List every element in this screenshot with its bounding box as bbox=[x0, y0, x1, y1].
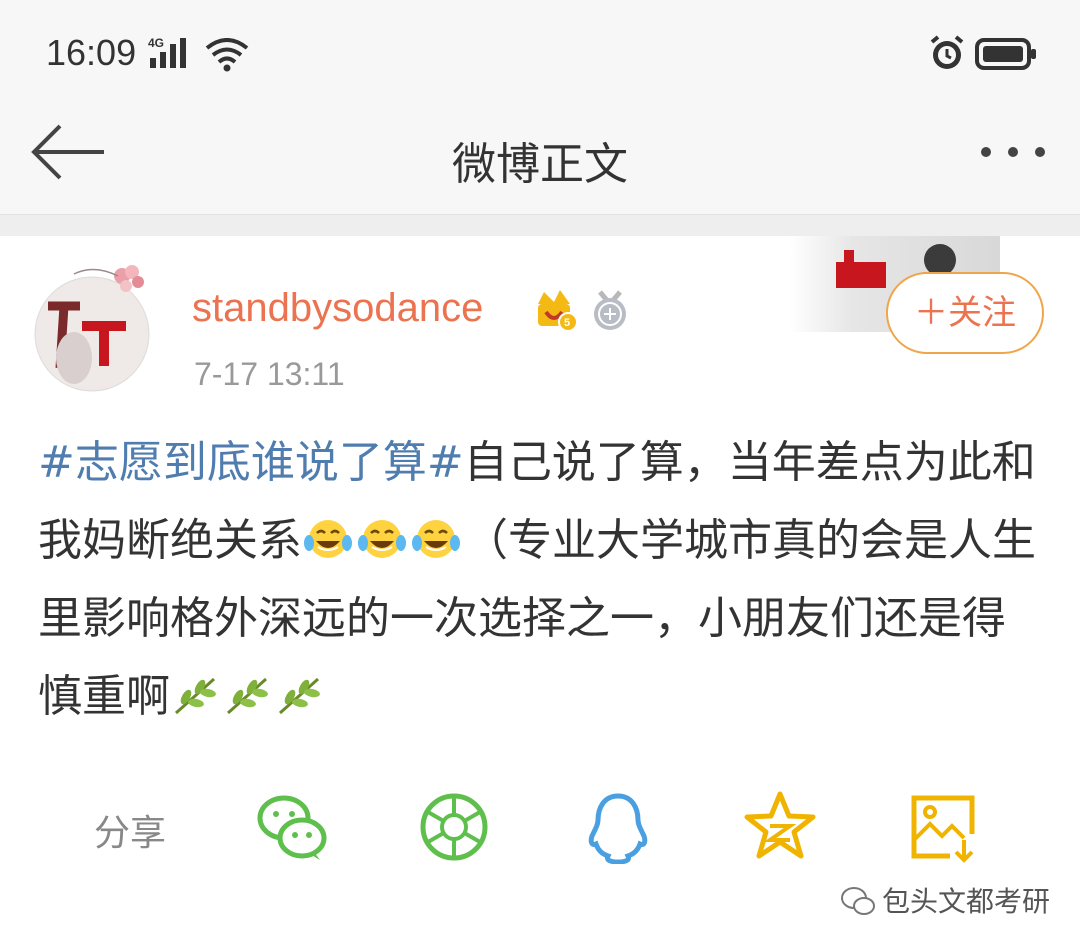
medal-badge-icon bbox=[594, 290, 626, 330]
network-type: 4G bbox=[148, 36, 164, 50]
laugh-cry-emoji bbox=[412, 520, 460, 558]
avatar[interactable] bbox=[34, 262, 154, 392]
status-bar: 16:09 4G bbox=[0, 0, 1080, 108]
alarm-icon bbox=[930, 35, 964, 69]
svg-text:5: 5 bbox=[564, 317, 570, 329]
post-content: #志愿到底谁说了算#自己说了算，当年差点为此和我妈断绝关系 （专业大学城市真的会… bbox=[38, 424, 1048, 736]
olive-branch-emoji bbox=[174, 677, 216, 715]
share-label: 分享 bbox=[94, 813, 167, 854]
divider bbox=[0, 214, 1080, 236]
page-title: 微博正文 bbox=[452, 139, 628, 190]
topic-link[interactable]: #志愿到底谁说了算# bbox=[38, 437, 464, 488]
olive-branch-emoji bbox=[226, 677, 268, 715]
moments-icon[interactable] bbox=[416, 790, 492, 864]
status-time: 16:09 bbox=[46, 32, 137, 73]
watermark-text: 包头文都考研 bbox=[882, 885, 1051, 918]
nav-bar: 微博正文 bbox=[0, 108, 1080, 214]
laugh-cry-emoji bbox=[304, 520, 352, 558]
follow-button[interactable]: ＋关注 bbox=[886, 272, 1044, 354]
signal-icon: 4G bbox=[148, 36, 186, 68]
crown-badge-icon: 5 bbox=[538, 290, 578, 332]
wechat-icon[interactable] bbox=[254, 790, 330, 864]
wechat-watermark-icon bbox=[841, 887, 875, 915]
wifi-icon bbox=[205, 38, 249, 72]
laugh-cry-emoji bbox=[358, 520, 406, 558]
username[interactable]: standbysodance bbox=[192, 286, 483, 331]
more-icon[interactable] bbox=[978, 132, 1048, 172]
battery-icon bbox=[975, 38, 1036, 70]
qzone-icon[interactable] bbox=[742, 790, 818, 864]
olive-branch-emoji bbox=[278, 677, 320, 715]
post-date: 7-17 13:11 bbox=[194, 356, 345, 392]
save-image-icon[interactable] bbox=[906, 790, 982, 864]
qq-icon[interactable] bbox=[580, 790, 656, 864]
